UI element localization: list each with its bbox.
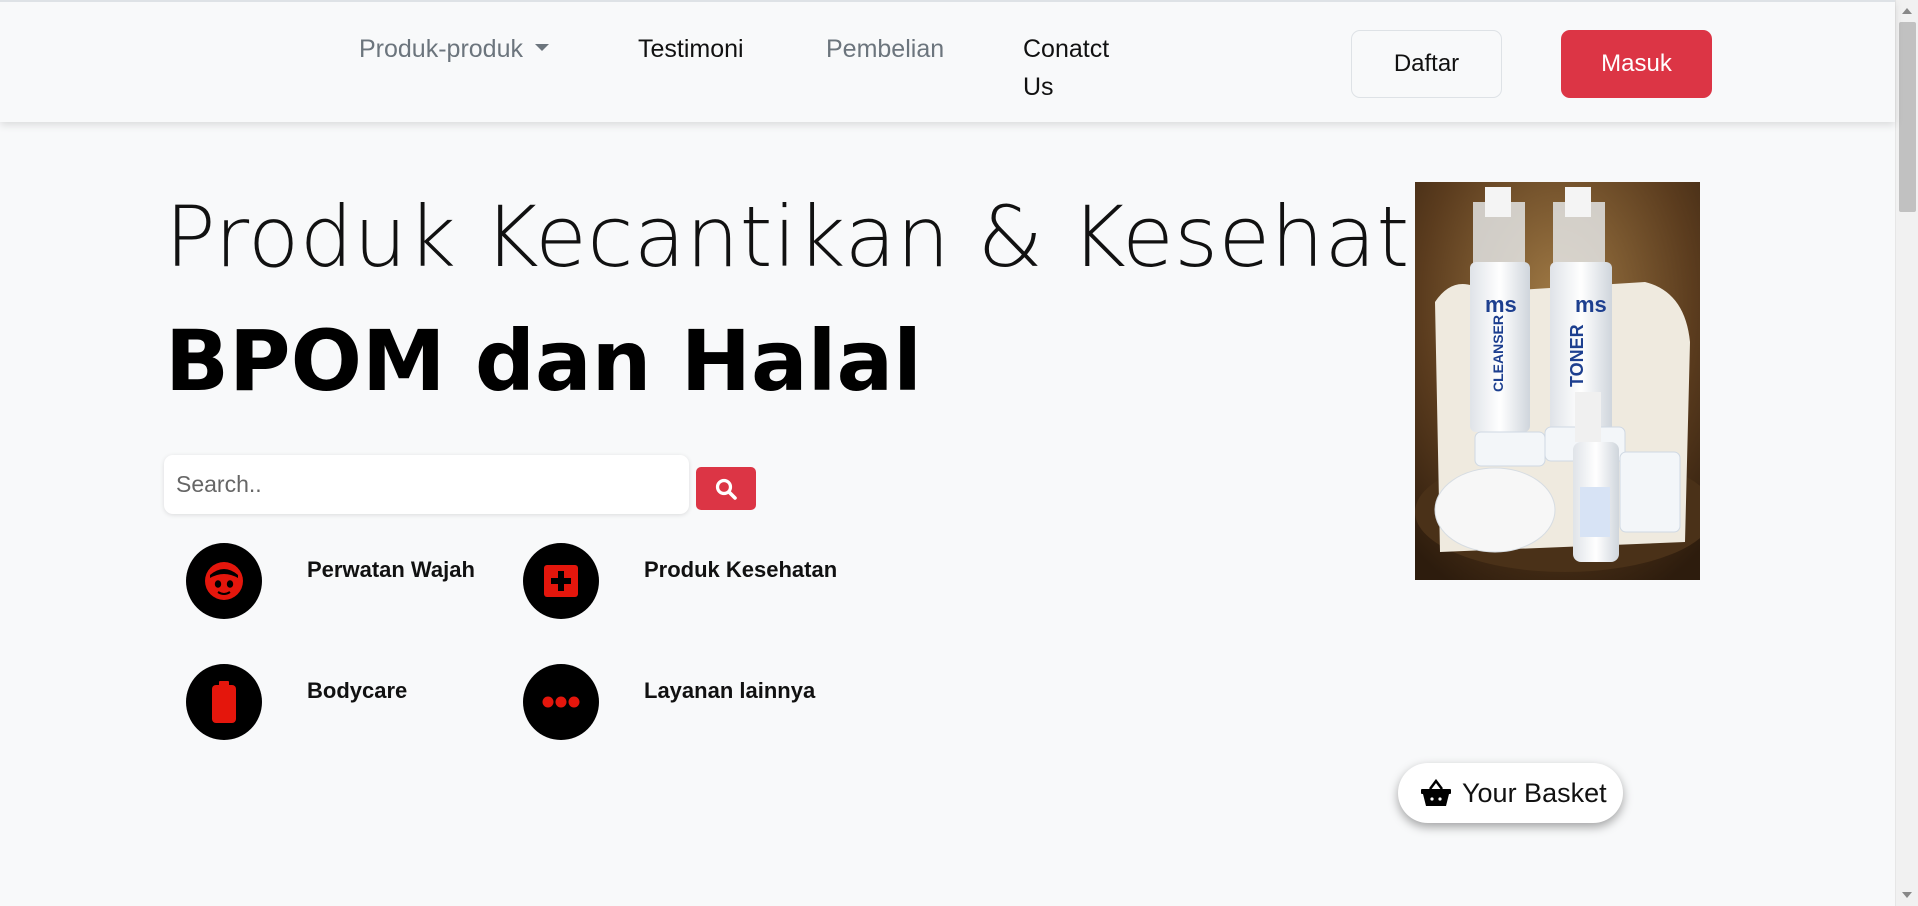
- more-dots-icon: [542, 696, 580, 708]
- svg-text:CLEANSER: CLEANSER: [1490, 315, 1506, 392]
- top-navbar: Produk-produk Testimoni Pembelian Conatc…: [0, 0, 1895, 122]
- search-input[interactable]: [164, 455, 689, 514]
- caret-down-icon: [534, 43, 549, 51]
- category-produk-kesehatan-button[interactable]: [523, 543, 599, 619]
- nav-produk-dropdown[interactable]: Produk-produk: [359, 30, 549, 68]
- nav-contact-line1: Conatct: [1023, 35, 1110, 63]
- search-icon: [715, 478, 737, 500]
- category-produk-kesehatan-label[interactable]: Produk Kesehatan: [644, 557, 837, 583]
- scroll-thumb[interactable]: [1899, 22, 1916, 212]
- basket-label: Your Basket: [1462, 777, 1607, 808]
- svg-text:ms: ms: [1575, 292, 1607, 317]
- nav-contact-us[interactable]: Conatct Us: [1023, 30, 1109, 106]
- face-icon: [205, 562, 243, 600]
- nav-testimoni[interactable]: Testimoni: [638, 30, 744, 68]
- category-layanan-lainnya-button[interactable]: [523, 664, 599, 740]
- masuk-button[interactable]: Masuk: [1561, 30, 1712, 98]
- nav-contact-line2: Us: [1023, 73, 1054, 101]
- nav-produk-label: Produk-produk: [359, 35, 523, 63]
- daftar-button[interactable]: Daftar: [1351, 30, 1502, 98]
- category-bodycare-button[interactable]: [186, 664, 262, 740]
- hero-subtitle: BPOM dan Halal: [165, 312, 922, 410]
- scroll-up-arrow-icon[interactable]: [1902, 8, 1912, 14]
- basket-icon: [1421, 779, 1451, 806]
- search-button[interactable]: [696, 467, 756, 510]
- svg-text:TONER: TONER: [1567, 324, 1587, 387]
- vertical-scrollbar[interactable]: [1895, 0, 1918, 906]
- hero-title: Produk Kecantikan & Kesehatan: [165, 188, 1516, 286]
- scroll-down-arrow-icon[interactable]: [1902, 892, 1912, 898]
- nav-pembelian[interactable]: Pembelian: [826, 30, 944, 68]
- svg-text:ms: ms: [1485, 292, 1517, 317]
- category-perawatan-wajah-label[interactable]: Perwatan Wajah: [307, 557, 475, 583]
- product-photo: ms CLEANSER ms TONER: [1415, 182, 1700, 580]
- category-layanan-lainnya-label[interactable]: Layanan lainnya: [644, 678, 815, 704]
- battery-icon: [212, 681, 236, 723]
- medkit-icon: [544, 565, 578, 597]
- your-basket-button[interactable]: Your Basket: [1398, 763, 1623, 823]
- category-perawatan-wajah-button[interactable]: [186, 543, 262, 619]
- category-bodycare-label[interactable]: Bodycare: [307, 678, 407, 704]
